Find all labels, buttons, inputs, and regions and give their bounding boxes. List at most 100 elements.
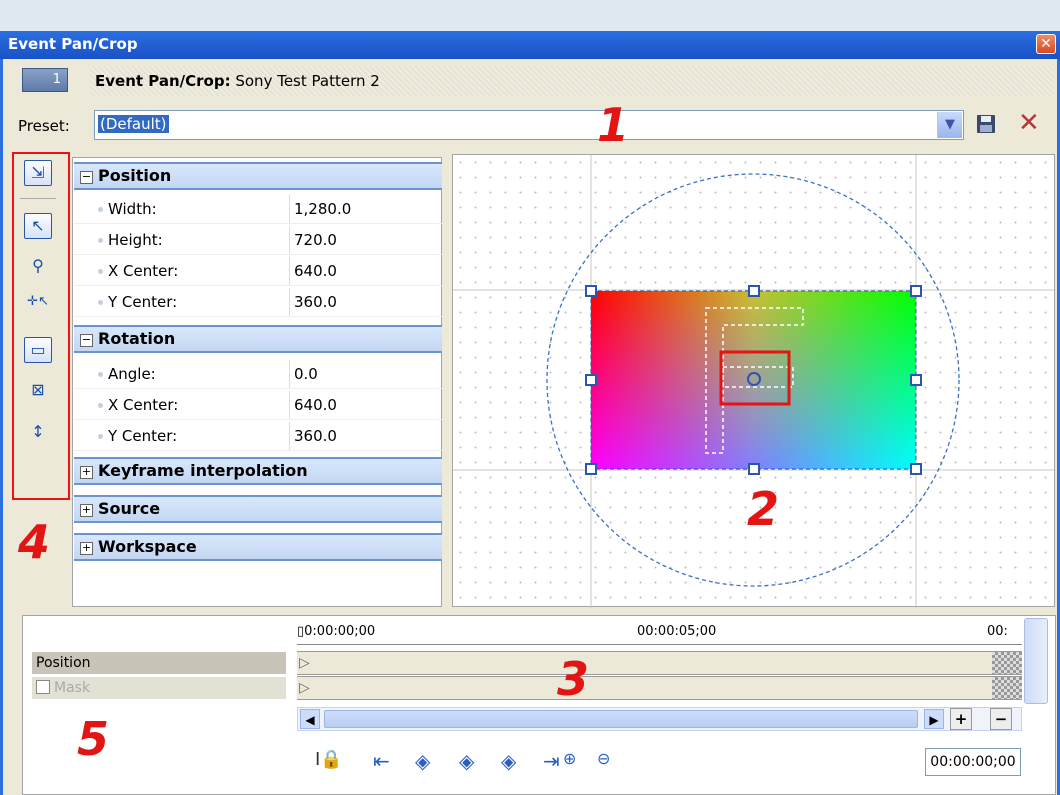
property-row[interactable]: Height: 720.0 bbox=[74, 226, 442, 255]
section-keyframe-interpolation[interactable]: + Keyframe interpolation bbox=[74, 457, 442, 485]
crop-frame-image[interactable] bbox=[591, 291, 916, 469]
section-label: Source bbox=[98, 499, 161, 518]
sync-cursor-icon[interactable]: ⇲ bbox=[24, 160, 52, 186]
save-preset-icon[interactable] bbox=[975, 113, 997, 135]
next-keyframe-icon[interactable]: ◈ bbox=[501, 749, 516, 773]
event-label-bold: Event Pan/Crop: bbox=[95, 72, 231, 90]
property-value[interactable]: 360.0 bbox=[289, 422, 444, 450]
keyframe-toolbar: I🔒 ⇤ ◈ ◈ ◈ ⇥ ⊕ ⊖ bbox=[297, 737, 1027, 787]
callout-5: 5 bbox=[77, 712, 110, 766]
preset-dropdown[interactable]: (Default) ▼ bbox=[94, 110, 964, 140]
move-anchor-tool-icon[interactable]: ✛↖ bbox=[24, 290, 52, 316]
ruler-label: ▯0:00:00;00 bbox=[297, 624, 376, 639]
track-label-position[interactable]: Position bbox=[32, 652, 286, 674]
section-source[interactable]: + Source bbox=[74, 495, 442, 523]
property-value[interactable]: 360.0 bbox=[289, 288, 444, 316]
keyframe-marker-icon[interactable]: ▷ bbox=[299, 680, 310, 696]
size-about-center-icon[interactable]: ↕ bbox=[24, 420, 52, 446]
preset-value: (Default) bbox=[98, 115, 169, 133]
scroll-left-icon[interactable]: ◀ bbox=[300, 709, 320, 729]
property-row[interactable]: X Center: 640.0 bbox=[74, 391, 442, 420]
horizontal-scrollbar[interactable]: ◀ ▶ bbox=[297, 707, 1022, 731]
section-label: Workspace bbox=[98, 537, 197, 556]
property-row[interactable]: Angle: 0.0 bbox=[74, 360, 442, 389]
property-row[interactable]: X Center: 640.0 bbox=[74, 257, 442, 286]
timecode-display[interactable]: 00:00:00;00 bbox=[925, 748, 1021, 776]
preview-canvas[interactable] bbox=[453, 155, 1056, 608]
scroll-right-icon[interactable]: ▶ bbox=[924, 709, 944, 729]
delete-preset-icon[interactable]: ✕ bbox=[1018, 108, 1040, 138]
bullet-icon bbox=[98, 269, 103, 274]
ruler-label: 00: bbox=[987, 624, 1008, 639]
property-value[interactable]: 640.0 bbox=[289, 391, 444, 419]
zoom-in-icon[interactable]: + bbox=[950, 708, 972, 730]
zoom-tool-icon[interactable]: ⚲ bbox=[24, 254, 52, 280]
delete-keyframe-icon[interactable]: ⊖ bbox=[597, 749, 610, 768]
property-name: Width: bbox=[108, 200, 157, 218]
section-workspace[interactable]: + Workspace bbox=[74, 533, 442, 561]
normal-edit-tool-icon[interactable]: ↖ bbox=[24, 213, 52, 239]
mask-label: Mask bbox=[54, 680, 91, 696]
event-label: Event Pan/Crop: Sony Test Pattern 2 bbox=[95, 72, 380, 90]
collapse-icon[interactable]: − bbox=[80, 334, 93, 347]
section-rotation[interactable]: − Rotation bbox=[74, 325, 442, 353]
property-value[interactable]: 640.0 bbox=[289, 257, 444, 285]
section-label: Keyframe interpolation bbox=[98, 461, 308, 480]
previous-keyframe-icon[interactable]: ◈ bbox=[415, 749, 430, 773]
bullet-icon bbox=[98, 207, 103, 212]
property-value[interactable]: 0.0 bbox=[289, 360, 444, 388]
event-number-badge: 1 bbox=[22, 68, 68, 92]
time-ruler[interactable]: ▯0:00:00;00 00:00:05;00 00: bbox=[297, 618, 1022, 648]
end-region bbox=[992, 652, 1022, 674]
section-label: Rotation bbox=[98, 329, 176, 348]
bullet-icon bbox=[98, 300, 103, 305]
mask-checkbox[interactable] bbox=[36, 680, 50, 694]
last-keyframe-icon[interactable]: ⇥ bbox=[543, 749, 560, 773]
collapse-icon[interactable]: − bbox=[80, 171, 93, 184]
expand-icon[interactable]: + bbox=[80, 504, 93, 517]
title-bar: Event Pan/Crop ✕ bbox=[0, 31, 1060, 60]
callout-4: 4 bbox=[18, 515, 51, 569]
property-name: X Center: bbox=[108, 262, 179, 280]
section-position[interactable]: − Position bbox=[74, 162, 442, 190]
property-row[interactable]: Width: 1,280.0 bbox=[74, 195, 442, 224]
property-name: Angle: bbox=[108, 365, 156, 383]
preview-workspace[interactable] bbox=[452, 154, 1056, 608]
zoom-out-icon[interactable]: − bbox=[990, 708, 1012, 730]
property-name: X Center: bbox=[108, 396, 179, 414]
callout-3: 3 bbox=[557, 652, 590, 706]
close-button[interactable]: ✕ bbox=[1036, 34, 1056, 54]
expand-icon[interactable]: + bbox=[80, 542, 93, 555]
property-name: Y Center: bbox=[108, 293, 178, 311]
bullet-icon bbox=[98, 372, 103, 377]
callout-2: 2 bbox=[747, 482, 780, 536]
track-label-mask[interactable]: Mask bbox=[32, 677, 286, 699]
bullet-icon bbox=[98, 403, 103, 408]
window-title: Event Pan/Crop bbox=[8, 35, 138, 53]
scroll-thumb[interactable] bbox=[324, 710, 918, 728]
property-row[interactable]: Y Center: 360.0 bbox=[74, 422, 442, 451]
event-label-media: Sony Test Pattern 2 bbox=[230, 72, 380, 90]
cursor-to-keyframe-icon[interactable]: ◈ bbox=[459, 749, 474, 773]
enable-rotation-icon[interactable]: ▭ bbox=[24, 337, 52, 363]
ruler-label: 00:00:05;00 bbox=[637, 624, 717, 639]
chevron-down-icon[interactable]: ▼ bbox=[937, 112, 962, 138]
bullet-icon bbox=[98, 238, 103, 243]
first-keyframe-icon[interactable]: ⇤ bbox=[373, 749, 390, 773]
property-name: Height: bbox=[108, 231, 163, 249]
property-value[interactable]: 1,280.0 bbox=[289, 195, 444, 223]
property-row[interactable]: Y Center: 360.0 bbox=[74, 288, 442, 317]
add-keyframe-icon[interactable]: ⊕ bbox=[563, 749, 576, 768]
bullet-icon bbox=[98, 434, 103, 439]
preset-label: Preset: bbox=[18, 117, 70, 135]
keyframe-marker-icon[interactable]: ▷ bbox=[299, 655, 310, 671]
toolbar-divider bbox=[20, 198, 56, 199]
keyframe-lane-position[interactable]: ▷ bbox=[297, 651, 1022, 675]
property-value[interactable]: 720.0 bbox=[289, 226, 444, 254]
lock-envelopes-icon[interactable]: I🔒 bbox=[315, 749, 343, 770]
expand-icon[interactable]: + bbox=[80, 466, 93, 479]
keyframe-lane-mask[interactable]: ▷ bbox=[297, 676, 1022, 700]
vertical-scrollbar[interactable] bbox=[1024, 618, 1048, 704]
maintain-aspect-icon[interactable]: ⊠ bbox=[24, 378, 52, 404]
tool-toolbar bbox=[12, 152, 70, 500]
